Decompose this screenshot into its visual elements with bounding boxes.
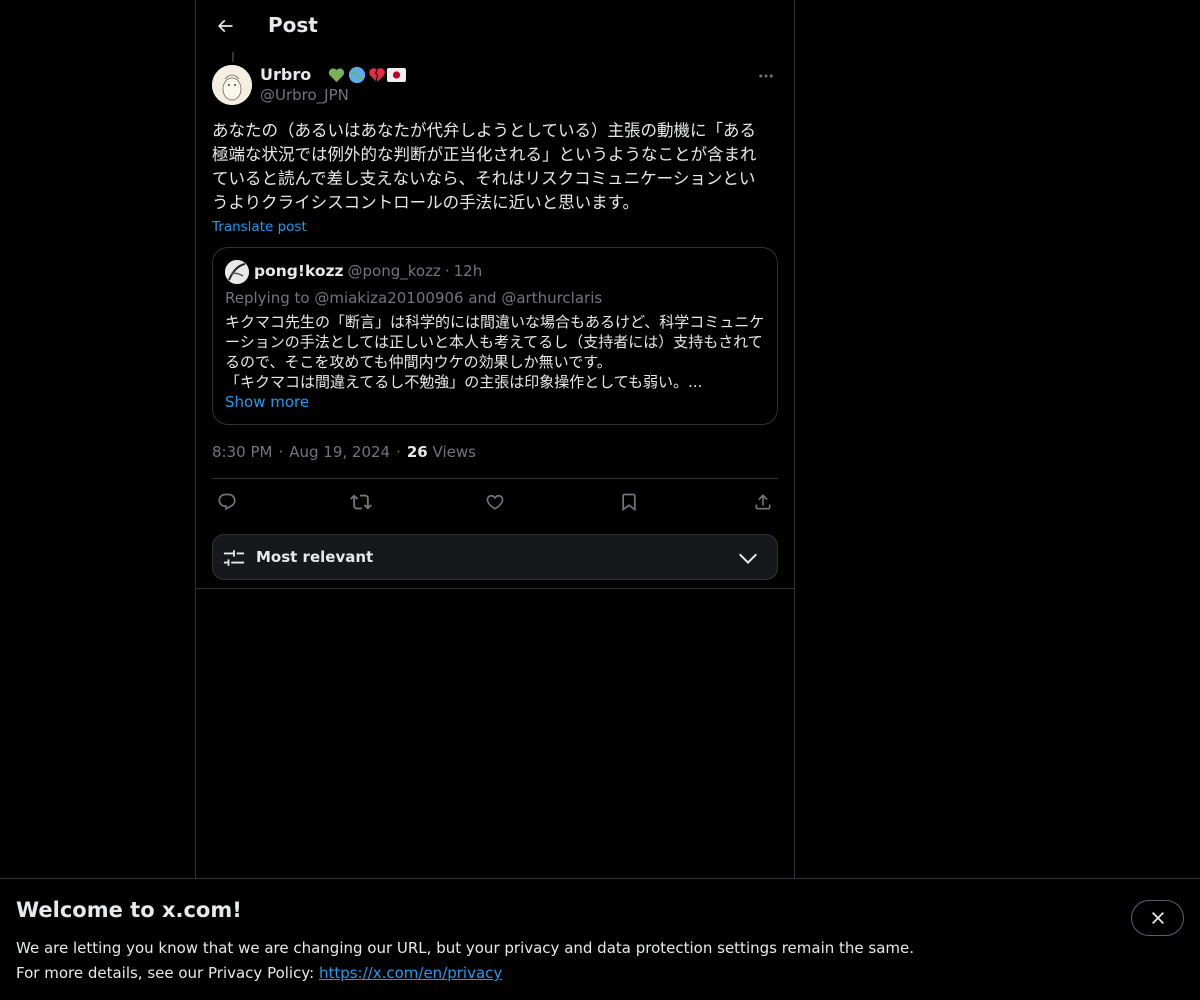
sort-sliders-icon [223, 550, 245, 566]
translate-post-link[interactable]: Translate post [212, 219, 307, 235]
meta-separator: · [396, 443, 401, 461]
author-row: Urbro [260, 65, 407, 84]
avatar[interactable] [212, 65, 252, 105]
quote-author-name: pong!kozz [254, 262, 344, 280]
post-text-line: 極端な状況では例外的な判断が正当化される」というようなことが含まれ [212, 145, 757, 164]
quote-separator: · [444, 262, 450, 280]
back-button[interactable] [208, 9, 242, 43]
quote-text: キクマコ先生の「断言」は科学的には間違いな場合もあるけど、科学コミュニケ ーショ… [225, 312, 767, 392]
action-bar [212, 489, 778, 515]
thread-line [232, 52, 234, 62]
post-meta: 8:30 PM · Aug 19, 2024 · 26 Views [212, 443, 476, 461]
like-icon [486, 494, 504, 510]
author-name[interactable]: Urbro [260, 65, 311, 84]
share-button[interactable] [748, 489, 778, 515]
reply-icon [218, 493, 236, 511]
japan-flag-icon [387, 65, 407, 84]
post-text-line: ていると読んで差し支えないなら、それはリスクコミュニケーションとい [212, 169, 756, 188]
broken-heart-icon [367, 65, 386, 84]
globe-icon [347, 65, 366, 84]
chevron-down-icon [739, 553, 757, 565]
banner-title: Welcome to x.com! [16, 898, 242, 922]
divider [212, 478, 778, 479]
bookmark-button[interactable] [614, 489, 644, 515]
quote-text-line: ーションの手法としては正しいと本人も考えてるし（支持者には）支持もされて [225, 333, 763, 351]
bookmark-icon [622, 493, 636, 512]
banner-text: We are letting you know that we are chan… [16, 936, 914, 986]
quote-text-line: るので、そこを攻めても仲間内ウケの効果しか無いです。 [225, 353, 612, 371]
green-heart-icon [327, 65, 346, 84]
meta-separator: · [278, 443, 284, 461]
repost-icon [350, 494, 372, 510]
share-icon [755, 494, 771, 510]
close-banner-button[interactable] [1131, 900, 1184, 936]
views: 26 Views [407, 443, 476, 461]
repost-button[interactable] [346, 489, 376, 515]
more-button[interactable] [754, 64, 778, 88]
quote-text-line: キクマコ先生の「断言」は科学的には間違いな場合もあるけど、科学コミュニケ [225, 313, 765, 331]
author-handle[interactable]: @Urbro_JPN [260, 86, 349, 104]
name-emojis [327, 65, 407, 84]
welcome-banner: Welcome to x.com! We are letting you kno… [0, 878, 1200, 1000]
page-title: Post [268, 13, 318, 37]
divider [196, 588, 794, 589]
privacy-policy-link[interactable]: https://x.com/en/privacy [319, 964, 502, 982]
views-count: 26 [406, 443, 428, 461]
post-time[interactable]: 8:30 PM [212, 443, 272, 461]
banner-line-2: For more details, see our Privacy Policy… [16, 961, 914, 986]
reply-button[interactable] [212, 489, 242, 515]
sort-label: Most relevant [256, 548, 374, 566]
sort-dropdown[interactable]: Most relevant [212, 534, 778, 580]
views-label: Views [432, 443, 476, 461]
avatar-image [212, 65, 252, 105]
quote-replying-to: Replying to @miakiza20100906 and @arthur… [225, 289, 603, 307]
quote-avatar [225, 260, 249, 284]
quote-text-line: 「キクマコは間違えてるし不勉強」の主張は印象操作としても弱い。... [225, 373, 703, 391]
quoted-post[interactable]: pong!kozz @pong_kozz · 12h Replying to @… [212, 247, 778, 425]
quote-author-handle: @pong_kozz [347, 262, 441, 280]
banner-line-1: We are letting you know that we are chan… [16, 939, 915, 957]
main-column: Post Urbro @Urbro_JPN あなたの（あるいはあなたが代弁しよう… [195, 0, 795, 880]
post-text-line: あなたの（あるいはあなたが代弁しようとしている）主張の動機に「ある [212, 121, 757, 140]
header: Post [196, 0, 794, 53]
post-text-line: うよりクライシスコントロールの手法に近いと思います。 [212, 193, 640, 212]
post-date[interactable]: Aug 19, 2024 [289, 443, 390, 461]
close-icon [1151, 912, 1164, 924]
show-more-link[interactable]: Show more [225, 393, 309, 411]
post-text: あなたの（あるいはあなたが代弁しようとしている）主張の動機に「ある 極端な状況で… [212, 119, 778, 215]
banner-line-2-prefix: For more details, see our Privacy Policy… [16, 964, 319, 982]
more-icon [759, 74, 773, 78]
quote-author-row: pong!kozz @pong_kozz · 12h [254, 262, 482, 280]
quote-age: 12h [453, 262, 483, 280]
like-button[interactable] [480, 489, 510, 515]
back-arrow-icon [217, 19, 233, 33]
